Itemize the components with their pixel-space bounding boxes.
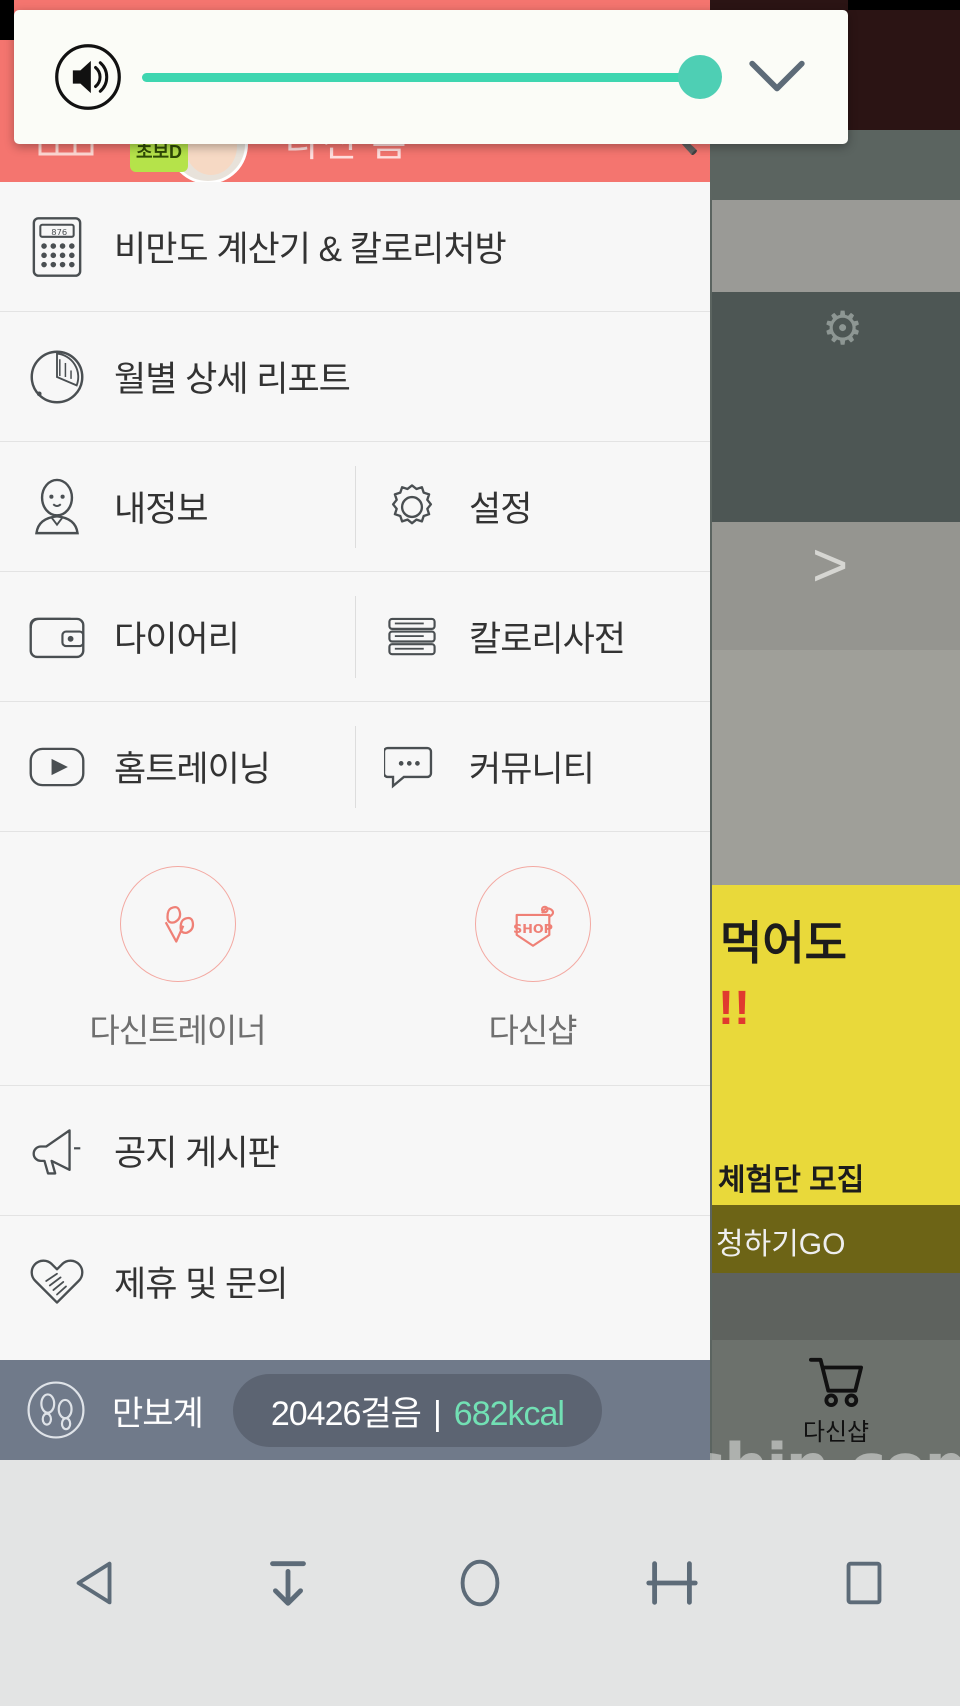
menu-item-label: 다이어리 <box>114 620 240 659</box>
volume-overlay-panel[interactable] <box>14 10 848 144</box>
background-panel-a <box>712 200 960 292</box>
megaphone-icon <box>0 1125 114 1177</box>
menu-item-home-training[interactable]: 홈트레이닝 <box>0 702 355 831</box>
column-divider <box>355 726 356 808</box>
footprints-icon <box>0 1378 112 1442</box>
pie-chart-icon <box>0 348 114 406</box>
chat-bubble-icon <box>355 742 469 792</box>
menu-item-notice-board[interactable]: 공지 게시판 <box>0 1086 710 1216</box>
handshake-heart-icon <box>0 1254 114 1308</box>
promo-line-1: 먹어도 <box>720 917 847 969</box>
menu-item-diary[interactable]: 다이어리 <box>0 572 355 701</box>
status-bar-right <box>848 0 960 10</box>
recents-button[interactable] <box>789 1518 939 1648</box>
menu-row-profile-settings: 내정보 설정 <box>0 442 710 572</box>
background-promo-cta[interactable]: 청하기GO <box>712 1205 960 1273</box>
column-divider <box>355 596 356 678</box>
menu-item-label: 제휴 및 문의 <box>114 1264 288 1304</box>
promo-item-label: 다신트레이너 <box>89 1011 266 1049</box>
menu-item-monthly-report[interactable]: 월별 상세 리포트 <box>0 312 710 442</box>
shop-tag-icon: SHOP <box>474 865 591 982</box>
promo-item-dasin-trainer[interactable]: 다신트레이너 <box>0 832 355 1085</box>
promo-line-3: 체험단 모집 <box>718 1164 865 1197</box>
volume-slider-thumb[interactable] <box>678 55 722 99</box>
promo-cta-label: 청하기GO <box>716 1228 846 1261</box>
menu-item-label: 설정 <box>469 490 532 529</box>
menu-item-label: 월별 상세 리포트 <box>114 360 351 399</box>
pedometer-label: 만보계 <box>112 1394 204 1433</box>
column-divider <box>355 466 356 548</box>
book-stack-icon <box>355 615 469 659</box>
step-count: 20426걸음 <box>270 1394 422 1433</box>
person-icon <box>0 477 114 537</box>
screen: 다신 홈 🔍 초보D ⚙ > 먹어도 !! 체험단 모집 청하기GO <box>0 0 960 1706</box>
cart-icon <box>809 1357 863 1407</box>
menu-row-training-community: 홈트레이닝 커뮤니티 <box>0 702 710 832</box>
calculator-icon: 876 <box>0 216 114 278</box>
wallet-icon <box>0 613 114 661</box>
gear-icon[interactable]: ⚙ <box>822 305 870 353</box>
promo-item-label: 다신샵 <box>488 1011 577 1049</box>
status-bar-left <box>0 0 14 40</box>
play-video-icon <box>0 745 114 789</box>
menu-item-calorie-dictionary[interactable]: 칼로리사전 <box>355 572 710 701</box>
stats-separator: | <box>432 1394 442 1433</box>
menu-item-label: 내정보 <box>114 490 209 529</box>
promo-row: 다신트레이너 SHOP 다신샵 <box>0 832 710 1086</box>
home-button[interactable] <box>405 1518 555 1648</box>
chevron-right-icon[interactable]: > <box>812 530 848 601</box>
menu-item-my-info[interactable]: 내정보 <box>0 442 355 571</box>
menu-item-community[interactable]: 커뮤니티 <box>355 702 710 831</box>
promo-line-2: !! <box>718 982 750 1035</box>
background-panel-d <box>712 650 960 885</box>
android-nav-bar <box>0 1460 960 1706</box>
download-button[interactable] <box>213 1518 363 1648</box>
pedometer-bar[interactable]: 만보계 20426걸음 | 682kcal <box>0 1360 710 1460</box>
navigation-drawer: 876 비만도 계산기 & 칼로리처방 월별 상세 리포트 내정보 설정 다이어… <box>0 182 710 1360</box>
menu-item-label: 칼로리사전 <box>469 620 626 659</box>
promo-item-dasin-shop[interactable]: SHOP 다신샵 <box>355 832 710 1085</box>
menu-item-label: 커뮤니티 <box>469 750 595 789</box>
back-button[interactable] <box>21 1518 171 1648</box>
volume-speaker-icon[interactable] <box>42 41 134 113</box>
volume-slider[interactable] <box>142 55 722 99</box>
svg-text:876: 876 <box>51 226 67 236</box>
chevron-down-icon[interactable] <box>734 56 820 98</box>
shop-badge-text: SHOP <box>513 921 553 936</box>
menu-row-diary-dictionary: 다이어리 칼로리사전 <box>0 572 710 702</box>
menu-item-label: 공지 게시판 <box>114 1134 280 1173</box>
calorie-count: 682kcal <box>453 1394 565 1433</box>
dumbbell-icon <box>119 865 236 982</box>
menu-item-label: 홈트레이닝 <box>114 750 271 789</box>
menu-item-label: 비만도 계산기 & 칼로리처방 <box>114 230 507 269</box>
background-promo-banner[interactable]: 먹어도 !! 체험단 모집 <box>712 885 960 1225</box>
collapse-keyboard-button[interactable] <box>597 1518 747 1648</box>
menu-item-partnership-inquiry[interactable]: 제휴 및 문의 <box>0 1216 710 1346</box>
pedometer-stats-badge: 20426걸음 | 682kcal <box>232 1373 602 1447</box>
gear-icon <box>355 480 469 534</box>
volume-slider-track <box>142 72 716 82</box>
menu-item-bmi-calculator[interactable]: 876 비만도 계산기 & 칼로리처방 <box>0 182 710 312</box>
menu-item-settings[interactable]: 설정 <box>355 442 710 571</box>
